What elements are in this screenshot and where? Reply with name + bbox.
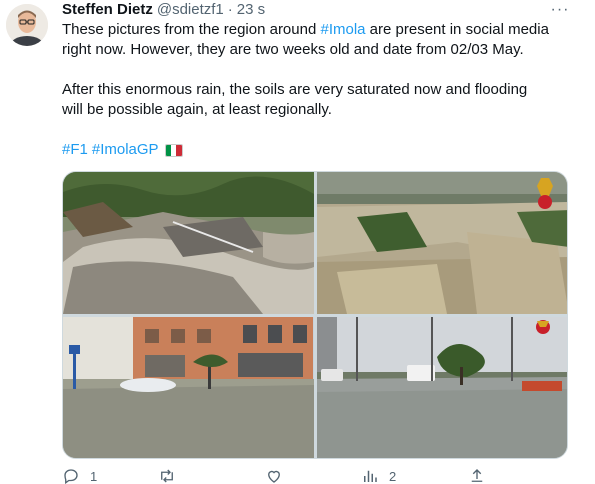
reply-count: 1 xyxy=(90,468,98,484)
photo-flooded-road-vans[interactable] xyxy=(317,317,567,458)
hashtag-imola[interactable]: #Imola xyxy=(320,21,365,38)
text-line-1: These pictures from the region around #I… xyxy=(62,21,549,38)
share-button[interactable] xyxy=(468,466,486,484)
fire-department-logo-icon xyxy=(536,320,550,334)
italy-flag-icon xyxy=(164,143,183,157)
more-options-icon[interactable]: ··· xyxy=(548,0,572,22)
photo-flooded-street-buildings[interactable] xyxy=(63,317,314,458)
tweet[interactable]: Steffen Dietz @sdietzf1 · 23 s ··· These… xyxy=(0,0,595,484)
author-handle[interactable]: @sdietzf1 xyxy=(157,0,224,20)
share-icon xyxy=(471,469,483,482)
avatar[interactable] xyxy=(6,4,48,46)
photo-collapsed-road-bridge[interactable] xyxy=(63,172,314,314)
hashtag-imolagp[interactable]: #ImolaGP xyxy=(92,140,159,160)
views-chart-icon xyxy=(364,470,377,482)
retweet-icon xyxy=(161,469,173,483)
heart-icon xyxy=(268,470,280,483)
tweet-header: Steffen Dietz @sdietzf1 · 23 s xyxy=(62,0,265,20)
tweet-text: These pictures from the region around #I… xyxy=(62,20,572,160)
text-line-2: right now. However, they are two weeks o… xyxy=(62,41,524,58)
views-button[interactable]: 2 xyxy=(361,466,396,484)
author-name[interactable]: Steffen Dietz xyxy=(62,0,153,20)
hashtag-f1[interactable]: #F1 xyxy=(62,140,88,160)
views-count: 2 xyxy=(389,468,397,484)
media-grid xyxy=(62,171,568,459)
tweet-actions: 1 2 xyxy=(62,466,512,484)
text-line-3: After this enormous rain, the soils are … xyxy=(62,81,528,98)
separator-dot: · xyxy=(227,1,233,18)
hashtag-row: #F1 #ImolaGP xyxy=(62,140,572,160)
retweet-button[interactable] xyxy=(158,466,186,484)
text-line-4: will be possible again, at least regiona… xyxy=(62,101,332,118)
reply-icon xyxy=(64,469,78,484)
photo-aerial-flooded-fields[interactable] xyxy=(317,172,567,314)
reply-button[interactable]: 1 xyxy=(62,466,97,484)
timestamp[interactable]: 23 s xyxy=(237,0,265,20)
like-button[interactable] xyxy=(265,466,293,484)
